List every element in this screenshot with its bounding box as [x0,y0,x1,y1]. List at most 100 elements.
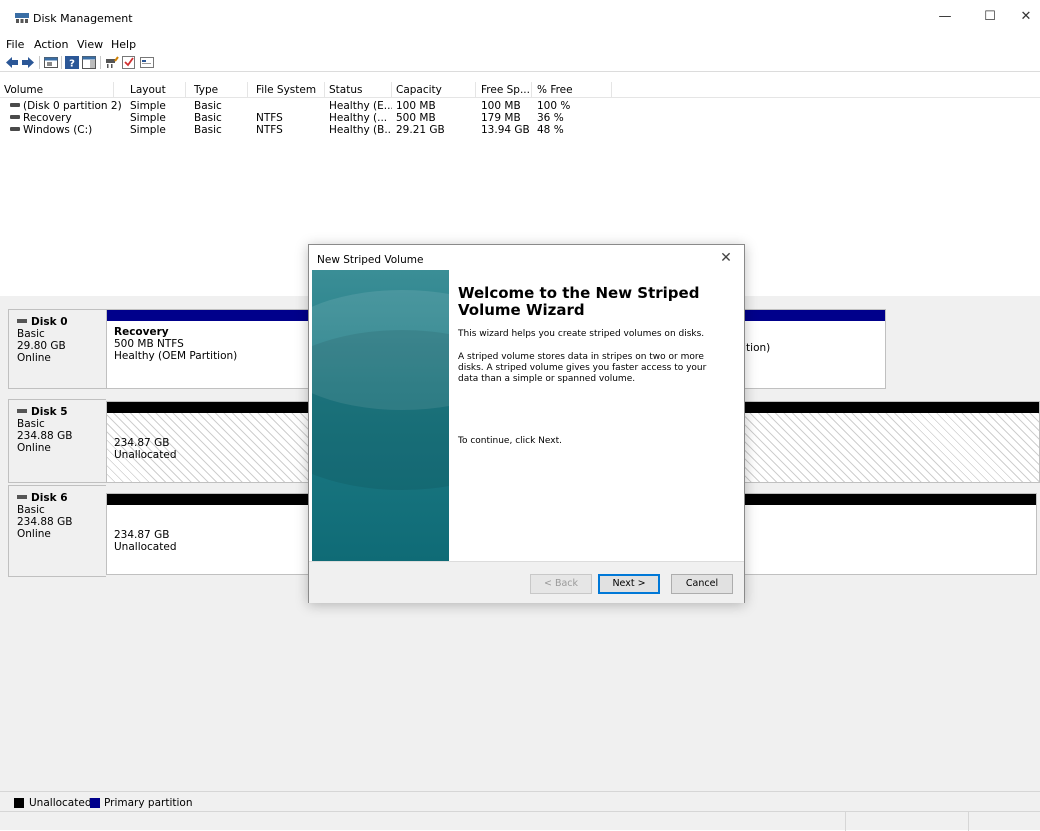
menu-help[interactable]: Help [111,38,136,51]
table-row[interactable]: (Disk 0 partition 2) Simple Basic Health… [0,100,1040,112]
disk-state: Online [17,442,51,454]
wizard-banner-image [312,270,449,561]
cell-capacity: 100 MB [396,100,436,112]
cell-free-space: 179 MB [481,112,521,124]
window-title: Disk Management [33,12,133,25]
legend: Unallocated Primary partition [0,791,1040,811]
menu-bar: File Action View Help [0,34,1040,52]
close-button[interactable]: ✕ [1012,0,1040,34]
drive-icon [10,127,20,131]
drive-icon [10,103,20,107]
cell-percent-free: 48 % [537,124,564,136]
disk-management-icon [15,13,29,23]
disk-size: 234.88 GB [17,430,73,442]
cell-layout: Simple [130,100,166,112]
volume-list-header: Volume Layout Type File System Status Ca… [0,82,1040,98]
back-button[interactable]: < Back [530,574,592,594]
svg-text:?: ? [69,59,75,70]
column-layout[interactable]: Layout [126,82,186,98]
disk-5-label[interactable]: Disk 5 Basic 234.88 GB Online [8,399,106,483]
cell-status: Healthy (E... [329,100,392,112]
wizard-heading: Welcome to the New Striped Volume Wizard [458,284,700,319]
disk-state: Online [17,352,51,364]
legend-label-primary: Primary partition [104,797,193,809]
console-tree-icon[interactable] [44,56,58,69]
legend-label-unallocated: Unallocated [29,797,92,809]
column-percent-free[interactable]: % Free [533,82,612,98]
disk-name: Disk 5 [31,406,68,418]
next-button[interactable]: Next > [598,574,660,594]
properties-pane-icon[interactable] [82,56,96,69]
cell-file-system [252,100,325,112]
menu-view[interactable]: View [77,38,103,51]
column-free-space[interactable]: Free Sp... [477,82,532,98]
toolbar: ? [0,52,1040,72]
title-bar: Disk Management — ☐ ✕ [0,0,1040,34]
wizard-continue-text: To continue, click Next. [458,436,562,446]
status-divider [968,812,969,831]
disk-name: Disk 0 [31,316,68,328]
dialog-close-icon[interactable]: ✕ [716,248,736,268]
cell-file-system: NTFS [256,112,283,124]
minimize-button[interactable]: — [922,0,968,34]
back-arrow-icon[interactable] [5,56,19,69]
cell-free-space: 13.94 GB [481,124,530,136]
disk-type: Basic [17,328,45,340]
cell-layout: Simple [130,124,166,136]
column-volume[interactable]: Volume [0,82,114,98]
maximize-button[interactable]: ☐ [967,0,1013,34]
disk-type: Basic [17,418,45,430]
cell-capacity: 500 MB [396,112,436,124]
table-row[interactable]: Recovery Simple Basic NTFS Healthy (... … [0,112,1040,124]
wizard-intro-text: This wizard helps you create striped vol… [458,329,705,339]
cell-volume: Recovery [23,112,72,124]
help-icon[interactable]: ? [65,56,79,69]
column-type[interactable]: Type [190,82,248,98]
cell-percent-free: 100 % [537,100,571,112]
disk-type: Basic [17,504,45,516]
column-status[interactable]: Status [325,82,392,98]
disk-icon [17,494,27,499]
cell-type: Basic [194,100,222,112]
disk-6-label[interactable]: Disk 6 Basic 234.88 GB Online [8,485,106,577]
cell-status: Healthy (B... [329,124,392,136]
disk-icon [17,318,27,323]
cell-status: Healthy (... [329,112,388,124]
column-capacity[interactable]: Capacity [392,82,476,98]
disk-size: 29.80 GB [17,340,66,352]
connect-drive-icon[interactable] [105,56,119,69]
cancel-button[interactable]: Cancel [671,574,733,594]
legend-swatch-unallocated [14,798,24,808]
disk-icon [17,408,27,413]
cell-type: Basic [194,124,222,136]
toolbar-separator [61,56,62,69]
disk-name: Disk 6 [31,492,68,504]
column-file-system[interactable]: File System [252,82,325,98]
rescan-disks-icon[interactable] [140,56,154,69]
cell-capacity: 29.21 GB [396,124,445,136]
forward-arrow-icon[interactable] [21,56,35,69]
wizard-description-text: A striped volume stores data in stripes … [458,352,707,384]
disk-size: 234.88 GB [17,516,73,528]
dialog-title: New Striped Volume [317,254,424,266]
disk-0-label[interactable]: Disk 0 Basic 29.80 GB Online [8,309,106,389]
cell-volume: (Disk 0 partition 2) [23,100,122,112]
disk-state: Online [17,528,51,540]
toolbar-separator [100,56,101,69]
cell-volume: Windows (C:) [23,124,93,136]
cell-layout: Simple [130,112,166,124]
dialog-footer: < Back Next > Cancel [309,561,744,603]
cell-free-space: 100 MB [481,100,521,112]
check-list-icon[interactable] [122,56,136,69]
drive-icon [10,115,20,119]
toolbar-separator [39,56,40,69]
cell-type: Basic [194,112,222,124]
menu-file[interactable]: File [6,38,24,51]
cell-file-system: NTFS [256,124,283,136]
menu-action[interactable]: Action [34,38,68,51]
cell-percent-free: 36 % [537,112,564,124]
table-row[interactable]: Windows (C:) Simple Basic NTFS Healthy (… [0,124,1040,136]
legend-swatch-primary [90,798,100,808]
new-striped-volume-dialog: New Striped Volume ✕ Welcome to the New … [308,244,745,603]
status-divider [845,812,846,831]
